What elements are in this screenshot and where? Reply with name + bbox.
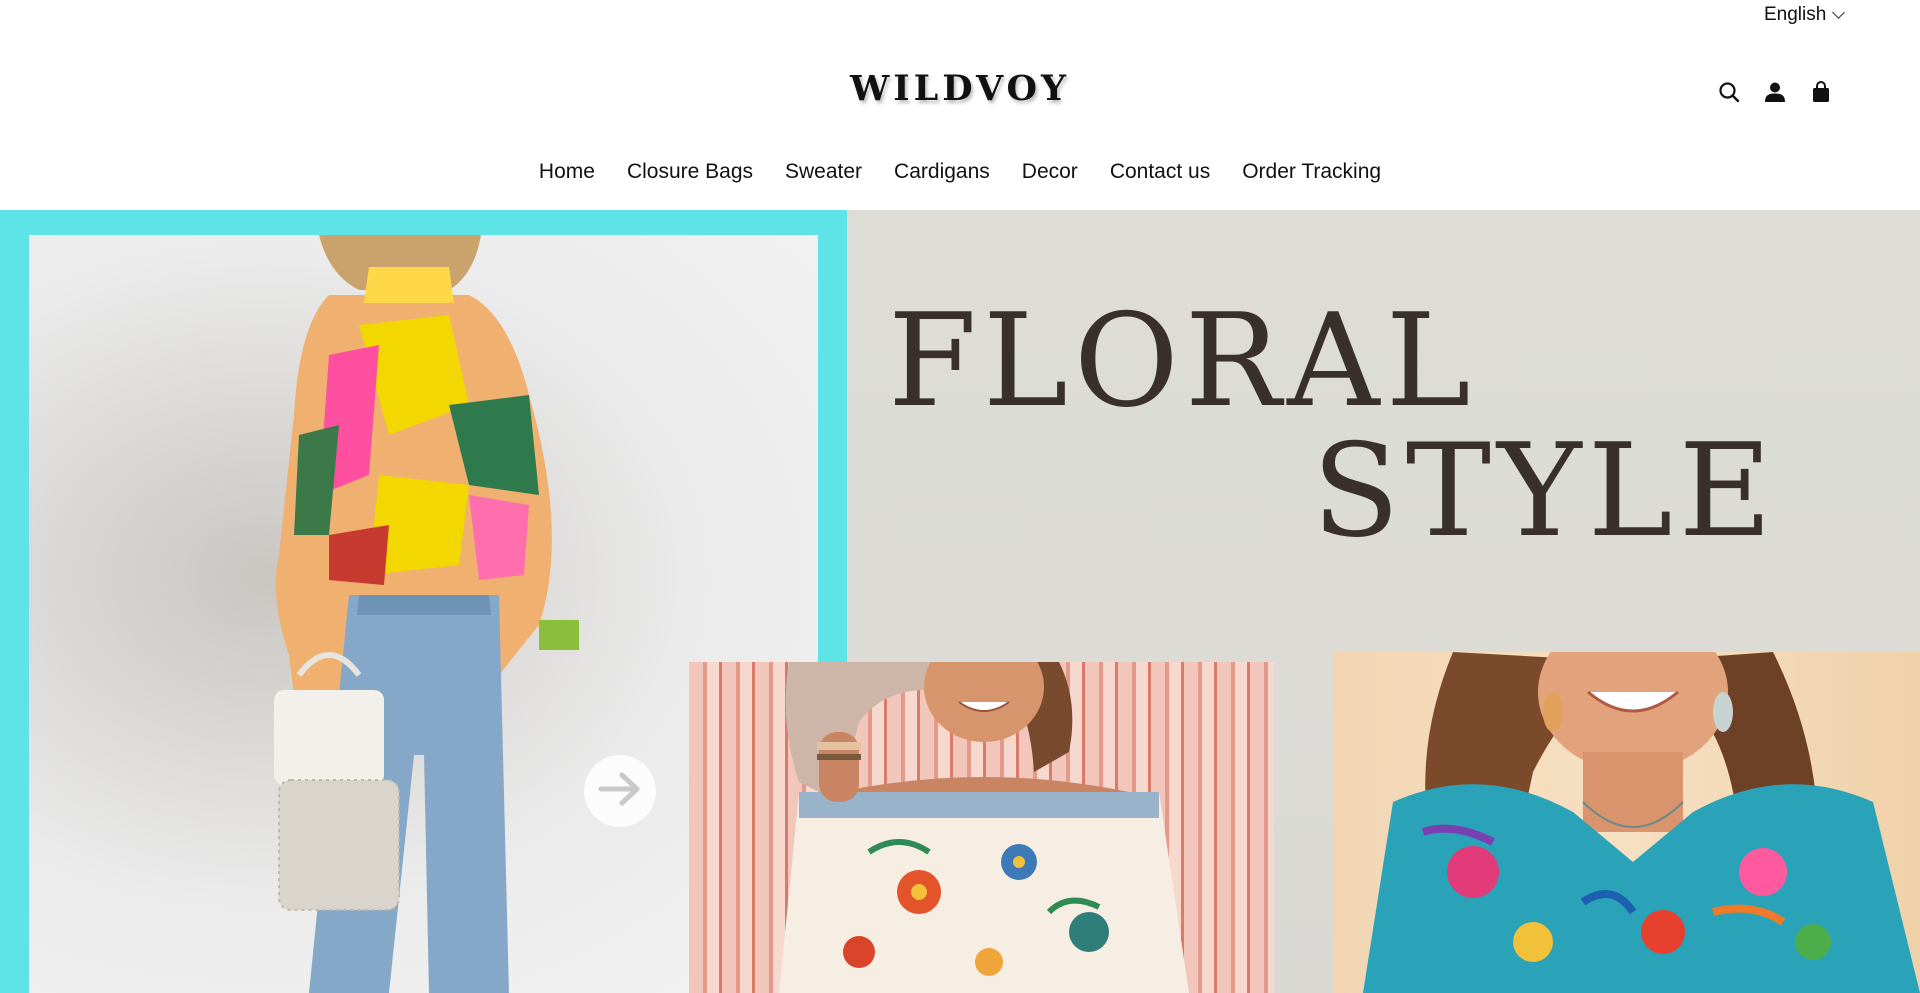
language-selector[interactable]: English [1764,4,1846,26]
site-header: WILDVOY Home Closure Bags Sweater Cardig… [0,32,1920,210]
arrow-right-icon [598,771,642,812]
nav-item-order-tracking[interactable]: Order Tracking [1242,160,1381,184]
cart-icon[interactable] [1808,79,1834,105]
header-actions [1716,79,1834,105]
account-icon[interactable] [1762,79,1788,105]
model-photo-middle [689,662,1274,993]
logo[interactable]: WILDVOY [0,68,1920,109]
main-nav: Home Closure Bags Sweater Cardigans Deco… [0,160,1920,184]
nav-item-cardigans[interactable]: Cardigans [894,160,990,184]
nav-item-contact-us[interactable]: Contact us [1110,160,1210,184]
search-icon[interactable] [1716,79,1742,105]
model-photo-right [1333,652,1920,993]
nav-item-closure-bags[interactable]: Closure Bags [627,160,753,184]
language-label: English [1764,4,1827,25]
nav-item-decor[interactable]: Decor [1022,160,1078,184]
top-bar: English [0,0,1920,32]
hero-banner[interactable]: FLORAL STYLE [0,210,1920,993]
nav-item-sweater[interactable]: Sweater [785,160,862,184]
nav-item-home[interactable]: Home [539,160,595,184]
hero-title-line1: FLORAL [888,287,1477,436]
hero-title-line2: STYLE [1312,417,1778,566]
chevron-down-icon [1832,5,1846,19]
slideshow-next-button[interactable] [584,755,656,827]
